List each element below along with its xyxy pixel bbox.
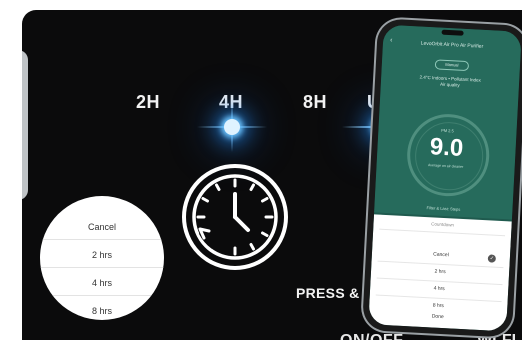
timer-clock-icon	[182, 164, 288, 270]
app-screen: ‹ LevoOrbit Air Pro Air Purifier Manual …	[368, 24, 522, 332]
timer-label-8h: 8H	[303, 92, 328, 112]
onoff-text: ON/OFF	[340, 332, 403, 340]
done-button[interactable]: Done	[369, 310, 507, 323]
divider	[379, 228, 506, 237]
timer-label-2h: 2H	[136, 92, 161, 112]
menu-option-2hrs[interactable]: 2 hrs	[40, 250, 164, 260]
timer-menu-zoom: Cancel 2 hrs 4 hrs 8 hrs	[40, 196, 164, 320]
smartphone: ‹ LevoOrbit Air Pro Air Purifier Manual …	[361, 18, 522, 338]
checkmark-icon: ✓	[487, 254, 497, 263]
menu-option-4hrs[interactable]: 4 hrs	[40, 278, 164, 288]
left-phone-edge	[22, 50, 28, 200]
divider	[40, 267, 164, 268]
timer-indicator-light	[224, 119, 240, 135]
press-instruction-text: PRESS &	[296, 285, 360, 301]
divider	[40, 295, 164, 296]
mode-pill[interactable]: Manual	[434, 59, 470, 72]
camera-notch	[441, 29, 464, 36]
menu-option-cancel[interactable]: Cancel	[40, 222, 164, 232]
menu-option-8hrs[interactable]: 8 hrs	[40, 306, 164, 316]
countdown-action-sheet: Countdown Cancel ✓ 2 hrs 4 hrs 8 hrs Don…	[368, 214, 512, 332]
divider	[40, 239, 164, 240]
